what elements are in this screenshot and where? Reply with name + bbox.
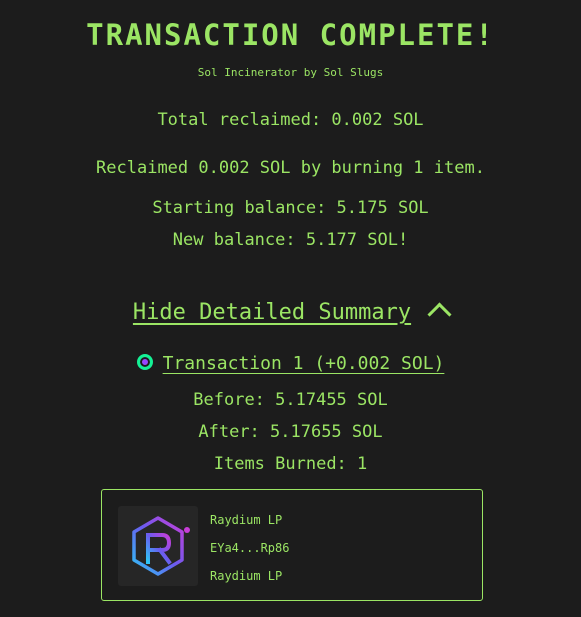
item-collection: Raydium LP <box>210 569 283 583</box>
item-address: EYa4...Rp86 <box>210 541 290 555</box>
items-burned: Items Burned: 1 <box>213 454 368 474</box>
reclaimed-summary: Reclaimed 0.002 SOL by burning 1 item. <box>96 158 485 178</box>
solana-icon <box>136 354 153 370</box>
page-title: TRANSACTION COMPLETE! <box>86 18 495 52</box>
burned-item-info: Raydium LP EYa4...Rp86 Raydium LP <box>210 506 289 590</box>
hide-detailed-summary-label[interactable]: Hide Detailed Summary <box>133 300 411 325</box>
new-balance: New balance: 5.177 SOL! <box>172 230 409 250</box>
total-reclaimed: Total reclaimed: 0.002 SOL <box>157 110 424 130</box>
page-subtitle: Sol Incinerator by Sol Slugs <box>197 66 384 79</box>
hide-detailed-summary-button[interactable]: Hide Detailed Summary <box>0 300 581 327</box>
transaction-before: Before: 5.17455 SOL <box>193 390 388 410</box>
chevron-up-icon[interactable] <box>427 302 452 327</box>
transaction-row: Transaction 1 (+0.002 SOL) <box>0 353 581 374</box>
raydium-logo-svg <box>132 516 190 576</box>
raydium-logo-icon <box>118 506 198 586</box>
burned-item-card: Raydium LP EYa4...Rp86 Raydium LP <box>101 489 483 601</box>
transaction-link[interactable]: Transaction 1 (+0.002 SOL) <box>163 353 445 374</box>
starting-balance: Starting balance: 5.175 SOL <box>152 198 429 218</box>
transaction-after: After: 5.17655 SOL <box>198 422 383 442</box>
item-name: Raydium LP <box>210 513 283 527</box>
